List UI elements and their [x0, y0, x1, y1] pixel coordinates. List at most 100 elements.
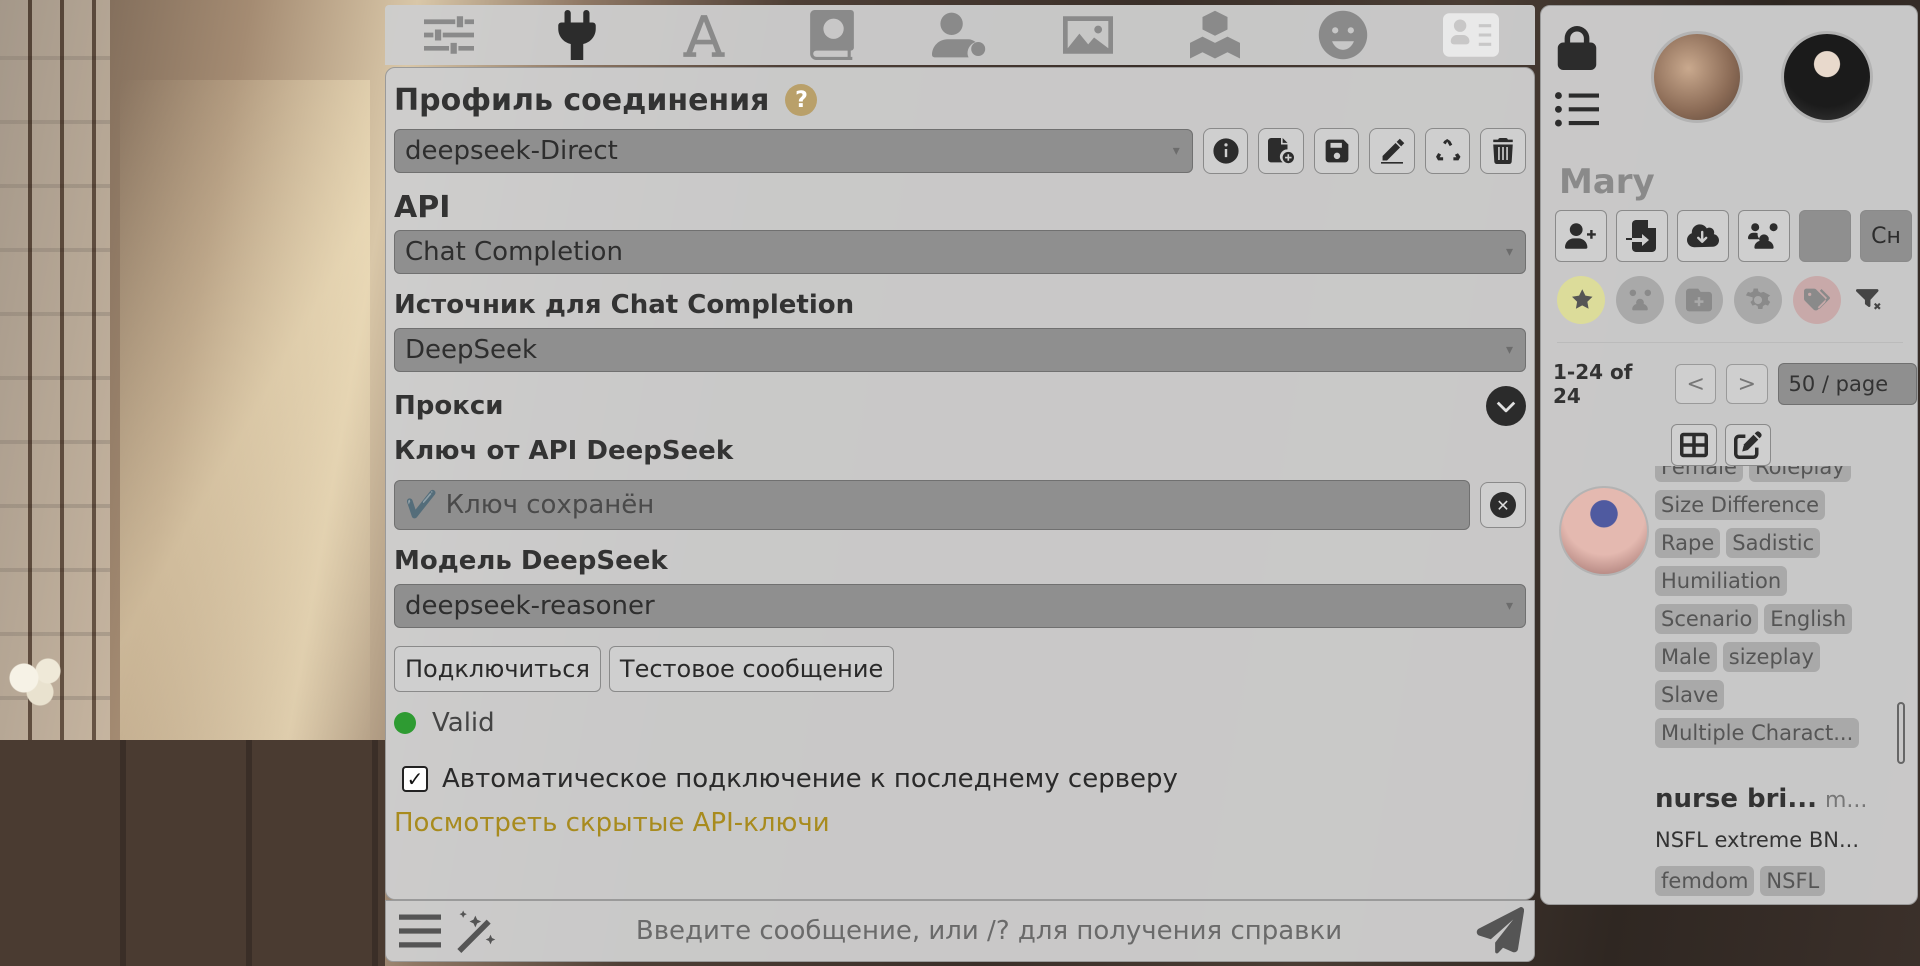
- auto-connect-option[interactable]: ✓ Автоматическое подключение к последнем…: [402, 762, 1526, 796]
- user-gear-icon[interactable]: [928, 7, 992, 63]
- tag[interactable]: Humiliation: [1655, 566, 1788, 596]
- api-key-input[interactable]: ✔️ Ключ сохранён: [394, 480, 1470, 530]
- tag[interactable]: English: [1764, 604, 1853, 634]
- tag[interactable]: Sadistic: [1726, 528, 1821, 558]
- groups-filter[interactable]: [1616, 276, 1664, 324]
- menu-icon[interactable]: [396, 907, 444, 955]
- sliders-icon[interactable]: [417, 7, 481, 63]
- tag[interactable]: Rape: [1655, 528, 1721, 558]
- model-select[interactable]: deepseek-reasoner: [394, 584, 1526, 628]
- grid-view-button[interactable]: [1671, 424, 1717, 466]
- tag[interactable]: sizeplay: [1722, 642, 1820, 672]
- help-icon[interactable]: ?: [785, 84, 818, 116]
- divider: [1557, 342, 1903, 343]
- favorites-filter[interactable]: [1557, 276, 1605, 324]
- api-key-label: Ключ от API DeepSeek: [394, 436, 734, 466]
- font-icon[interactable]: [672, 7, 736, 63]
- profile-save-button[interactable]: [1313, 128, 1360, 174]
- plug-icon[interactable]: [545, 7, 609, 63]
- cloud-download-icon: [1687, 224, 1719, 248]
- source-select[interactable]: DeepSeek: [394, 328, 1526, 372]
- smile-icon[interactable]: [1311, 7, 1375, 63]
- char1-tags: Female Roleplay Size Difference Rape Sad…: [1655, 466, 1895, 748]
- hidden-keys-link[interactable]: Посмотреть скрытые API-ключи: [394, 806, 1526, 840]
- background-wainscot: [0, 740, 385, 966]
- add-character-button[interactable]: [1555, 210, 1607, 262]
- per-page-select[interactable]: 50 / page: [1777, 363, 1918, 405]
- prev-page-button[interactable]: <: [1675, 364, 1717, 404]
- folder-filter[interactable]: [1675, 276, 1723, 324]
- chevron-down-icon[interactable]: [1486, 386, 1526, 426]
- profile-rename-button[interactable]: [1369, 128, 1415, 174]
- cloud-download-button[interactable]: [1677, 210, 1729, 262]
- tag[interactable]: Scenario: [1655, 604, 1759, 634]
- clear-filter-button[interactable]: [1852, 276, 1886, 324]
- connection-profile-heading: Профиль соединения ?: [394, 78, 1526, 122]
- tags-filter[interactable]: [1793, 276, 1841, 324]
- folder-plus-icon: [1686, 288, 1712, 312]
- lock-icon[interactable]: [1555, 26, 1599, 74]
- star-icon: [1572, 289, 1593, 309]
- profile-reload-button[interactable]: [1424, 128, 1471, 174]
- character-panel: Mary Cн 1-24 of 24 < > 50 / page Female …: [1540, 5, 1918, 905]
- edit-icon: [1734, 431, 1762, 459]
- list-icon[interactable]: [1555, 88, 1599, 136]
- status-indicator: [394, 712, 416, 734]
- scrollbar[interactable]: [1897, 702, 1905, 764]
- blank-button[interactable]: [1799, 210, 1851, 262]
- save-icon: [1325, 139, 1348, 163]
- bulk-edit-button[interactable]: [1725, 424, 1771, 466]
- proxy-section[interactable]: Прокси: [394, 386, 1526, 426]
- book-globe-icon[interactable]: [800, 7, 864, 63]
- tag[interactable]: NSFL: [1760, 866, 1826, 896]
- char2-tags: femdom NSFL: [1655, 866, 1826, 896]
- avatar[interactable]: [1651, 31, 1743, 123]
- chat-message-input[interactable]: Введите сообщение, или /? для получения …: [512, 916, 1466, 946]
- profile-select[interactable]: deepseek-Direct: [394, 129, 1193, 173]
- auto-connect-checkbox[interactable]: ✓: [402, 766, 428, 792]
- connect-button[interactable]: Подключиться: [394, 646, 601, 692]
- tags-icon: [1804, 288, 1830, 311]
- avatar[interactable]: [1559, 486, 1649, 576]
- next-page-button[interactable]: >: [1726, 364, 1768, 404]
- api-select[interactable]: Chat Completion: [394, 230, 1526, 274]
- status-text: Valid: [432, 708, 495, 738]
- tag[interactable]: Female: [1655, 466, 1743, 482]
- avatar[interactable]: [1781, 31, 1873, 123]
- tag[interactable]: femdom: [1655, 866, 1755, 896]
- tag[interactable]: Roleplay: [1748, 466, 1851, 482]
- user-plus-icon: [1565, 223, 1596, 249]
- profile-info-button[interactable]: [1202, 128, 1249, 174]
- list-item[interactable]: nurse bri... m...: [1655, 784, 1867, 814]
- file-plus-icon: [1268, 138, 1295, 164]
- id-card-icon[interactable]: [1439, 7, 1503, 63]
- magic-wand-icon[interactable]: [454, 907, 502, 955]
- image-icon[interactable]: [1056, 7, 1120, 63]
- tag[interactable]: Male: [1655, 642, 1717, 672]
- group-settings-button[interactable]: [1738, 210, 1790, 262]
- model-label: Модель DeepSeek: [394, 546, 668, 576]
- api-label: API: [394, 189, 451, 225]
- profile-create-button[interactable]: [1258, 128, 1304, 174]
- tag[interactable]: Multiple Charact...: [1655, 718, 1860, 748]
- trash-icon: [1493, 138, 1513, 164]
- pagination: 1-24 of 24 < > 50 / page: [1553, 360, 1918, 408]
- auto-connect-label: Автоматическое подключение к последнему …: [442, 764, 1178, 794]
- connection-status: Valid: [394, 706, 1526, 740]
- settings-filter[interactable]: [1734, 276, 1782, 324]
- cubes-icon[interactable]: [1183, 7, 1247, 63]
- send-icon[interactable]: [1476, 907, 1524, 955]
- proxy-label: Прокси: [394, 391, 504, 421]
- close-icon: ✕: [1490, 492, 1516, 518]
- test-message-button[interactable]: Тестовое сообщение: [608, 646, 895, 692]
- connection-panel: Профиль соединения ? deepseek-Direct API…: [385, 67, 1535, 900]
- profile-delete-button[interactable]: [1480, 128, 1526, 174]
- import-file-button[interactable]: [1616, 210, 1668, 262]
- connection-profile-title: Профиль соединения: [394, 82, 770, 118]
- background-window: [0, 0, 110, 760]
- clear-key-button[interactable]: ✕: [1480, 482, 1526, 528]
- tag[interactable]: Slave: [1655, 680, 1725, 710]
- table-icon: [1680, 432, 1708, 458]
- ch-button[interactable]: Cн: [1860, 210, 1912, 262]
- tag[interactable]: Size Difference: [1655, 490, 1826, 520]
